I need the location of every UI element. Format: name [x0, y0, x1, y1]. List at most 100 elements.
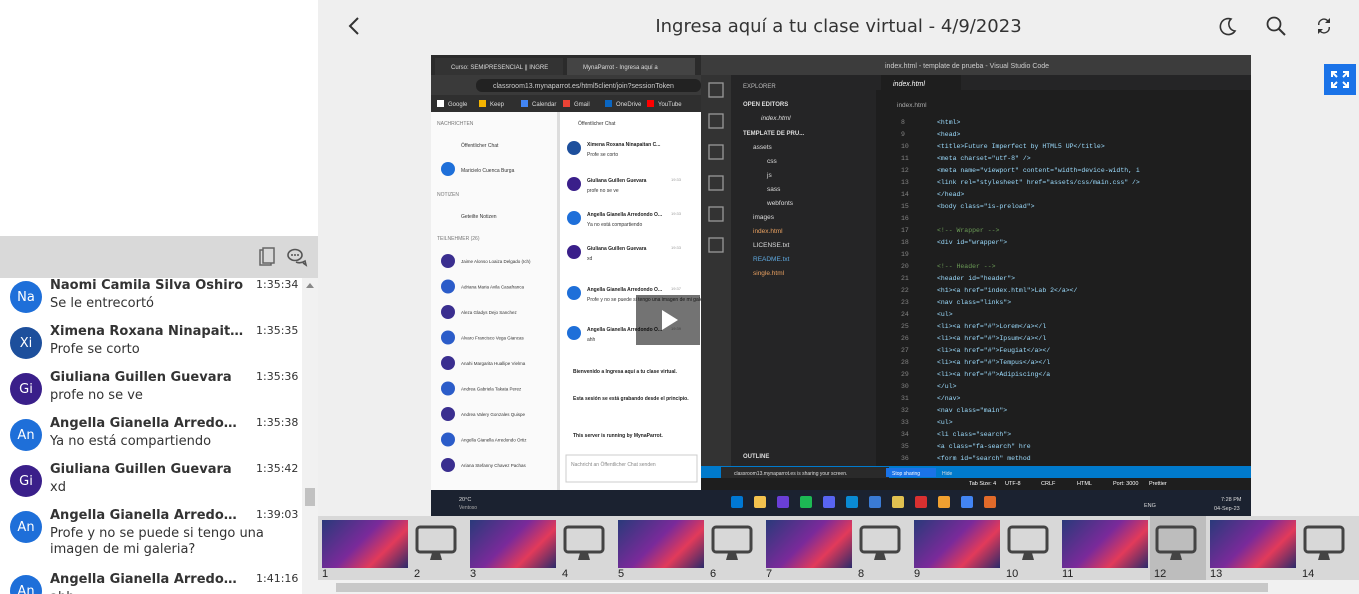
- line-number: 12: [901, 167, 909, 174]
- inner-sender: Giuliana Guillen Guevara: [587, 246, 647, 252]
- play-button[interactable]: [636, 295, 700, 345]
- line-number: 34: [901, 431, 909, 438]
- screen-thumbnail[interactable]: 4: [558, 516, 614, 580]
- slide-number: 10: [1006, 568, 1019, 580]
- screen-thumbnail[interactable]: 2: [410, 516, 466, 580]
- monitor-icon: [415, 525, 457, 560]
- screen-thumbnail[interactable]: 14: [1298, 516, 1354, 580]
- thumbnail-scrollbar[interactable]: [318, 580, 1359, 594]
- avatar: [441, 279, 455, 294]
- avatar: [567, 245, 581, 259]
- chat-scrollbar[interactable]: [302, 278, 318, 594]
- line-number: 15: [901, 203, 909, 210]
- chat-message: An Angella Gianella Arredondo Ortiz 1:41…: [0, 572, 302, 594]
- message-text: profe no se ve: [50, 388, 143, 403]
- monitor-icon: [1007, 525, 1049, 560]
- scroll-up-arrow-icon[interactable]: [306, 283, 314, 288]
- message-time: 1:35:38: [256, 416, 299, 429]
- share-text: classroom13.mynaparrot.es is sharing you…: [734, 471, 847, 477]
- sender-name: Angella Gianella Arredondo Ortiz: [50, 416, 246, 431]
- code-line: <li><a href="#">Feugiat</a></: [937, 347, 1050, 354]
- main-area: Ingresa aquí a tu clase virtual - 4/9/20…: [318, 0, 1359, 594]
- monitor-icon: [563, 525, 605, 560]
- inner-time: 19:33: [671, 245, 682, 250]
- avatar: [567, 177, 581, 191]
- taskbar-app-icon: [961, 496, 973, 508]
- open-editors-header: OPEN EDITORS: [743, 102, 788, 108]
- bookmark-label: Keep: [490, 102, 505, 108]
- activity-bar: [701, 75, 731, 478]
- screen-thumbnail[interactable]: 12: [1150, 516, 1206, 580]
- line-number: 35: [901, 443, 909, 450]
- slide-number: 6: [710, 568, 717, 580]
- taskbar-app-icon: [846, 496, 858, 508]
- welcome-text: Bienvenido a Ingresa aquí a tu clase vir…: [573, 369, 678, 375]
- outline-header: OUTLINE: [743, 454, 769, 460]
- slide-image: [618, 520, 704, 568]
- taskbar-app-icon: [800, 496, 812, 508]
- code-line: <ul>: [937, 419, 953, 426]
- avatar: Gi: [10, 465, 42, 497]
- screen-thumbnail[interactable]: 8: [854, 516, 910, 580]
- line-number: 27: [901, 347, 909, 354]
- code-line: </nav>: [937, 395, 961, 402]
- clipboard-icon[interactable]: [256, 246, 278, 268]
- slide-number: 12: [1154, 568, 1167, 580]
- chat-message-list[interactable]: Na Naomi Camila Silva Oshiro 1:35:34 Se …: [0, 278, 302, 594]
- search-icon[interactable]: [1264, 14, 1288, 38]
- language: ENG: [1144, 503, 1156, 509]
- top-bar: Ingresa aquí a tu clase virtual - 4/9/20…: [318, 0, 1359, 52]
- fullscreen-button[interactable]: [1324, 64, 1356, 95]
- divider: [557, 112, 560, 490]
- avatar: [567, 286, 581, 300]
- status-item: HTML: [1077, 481, 1092, 487]
- video-player[interactable]: Curso: SEMIPRESENCIAL || INGRE MynaParrot…: [431, 55, 1251, 516]
- bookmark-label: Calendar: [532, 102, 556, 108]
- participant-name: Angella Gianella Arredondo Ortiz: [461, 438, 527, 443]
- stop-sharing-label: Stop sharing: [892, 471, 920, 477]
- status-item: UTF-8: [1005, 481, 1021, 487]
- weather-temp: 20°C: [459, 497, 471, 503]
- sender-name: Angella Gianella Arredondo Ortiz: [50, 572, 246, 587]
- slide-number: 3: [470, 568, 477, 580]
- taskbar-app-icon: [731, 496, 743, 508]
- dark-mode-moon-icon[interactable]: [1216, 14, 1240, 38]
- code-line: <div id="wrapper">: [937, 239, 1007, 246]
- status-item: Tab Size: 4: [969, 481, 996, 487]
- sender-name: Giuliana Guillen Guevara: [50, 370, 232, 385]
- chat-bubbles-icon[interactable]: [286, 246, 308, 268]
- swap-icon[interactable]: [1312, 14, 1336, 38]
- scrollbar-thumb[interactable]: [336, 583, 1268, 592]
- avatar: [441, 381, 455, 396]
- code-line: <body class="is-preload">: [937, 203, 1035, 210]
- code-line: <li><a href="#">Adipiscing</a: [937, 371, 1050, 378]
- taskbar-app-icon: [938, 496, 950, 508]
- welcome-text: Esta sesión se está grabando desde el pr…: [573, 396, 689, 402]
- sidebar-item: Öffentlicher Chat: [461, 142, 499, 149]
- message-text: Profe y no se puede si tengo una imagen …: [50, 526, 264, 557]
- monitor-icon: [711, 525, 753, 560]
- line-number: 26: [901, 335, 909, 342]
- explorer-header: EXPLORER: [743, 84, 776, 90]
- message-time: 1:39:03: [256, 508, 299, 521]
- slide-number: 8: [858, 568, 865, 580]
- shared-screen-frame: Curso: SEMIPRESENCIAL || INGRE MynaParrot…: [431, 55, 1251, 516]
- screen-thumbnail[interactable]: 6: [706, 516, 762, 580]
- sidebar-item: Geteilte Notizen: [461, 214, 497, 220]
- screen-thumbnail[interactable]: 10: [1002, 516, 1058, 580]
- avatar: Xi: [10, 327, 42, 359]
- section-header: TEILNEHMER (26): [437, 236, 480, 242]
- chat-input: [565, 454, 698, 483]
- avatar: [567, 211, 581, 225]
- scrollbar-thumb[interactable]: [305, 488, 315, 506]
- slide-number: 5: [618, 568, 625, 580]
- code-line: <form id="search" method: [937, 455, 1031, 462]
- taskbar-app-icon: [754, 496, 766, 508]
- bookmark-label: Google: [448, 102, 468, 108]
- line-number: 11: [901, 155, 909, 162]
- chat-message: Gi Giuliana Guillen Guevara 1:35:36 prof…: [0, 370, 302, 416]
- vscode-title: index.html - template de prueba - Visual…: [885, 63, 1049, 70]
- bookmark-icon: [479, 100, 486, 107]
- bookmark-label: YouTube: [658, 102, 682, 108]
- taskbar-app-icon: [892, 496, 904, 508]
